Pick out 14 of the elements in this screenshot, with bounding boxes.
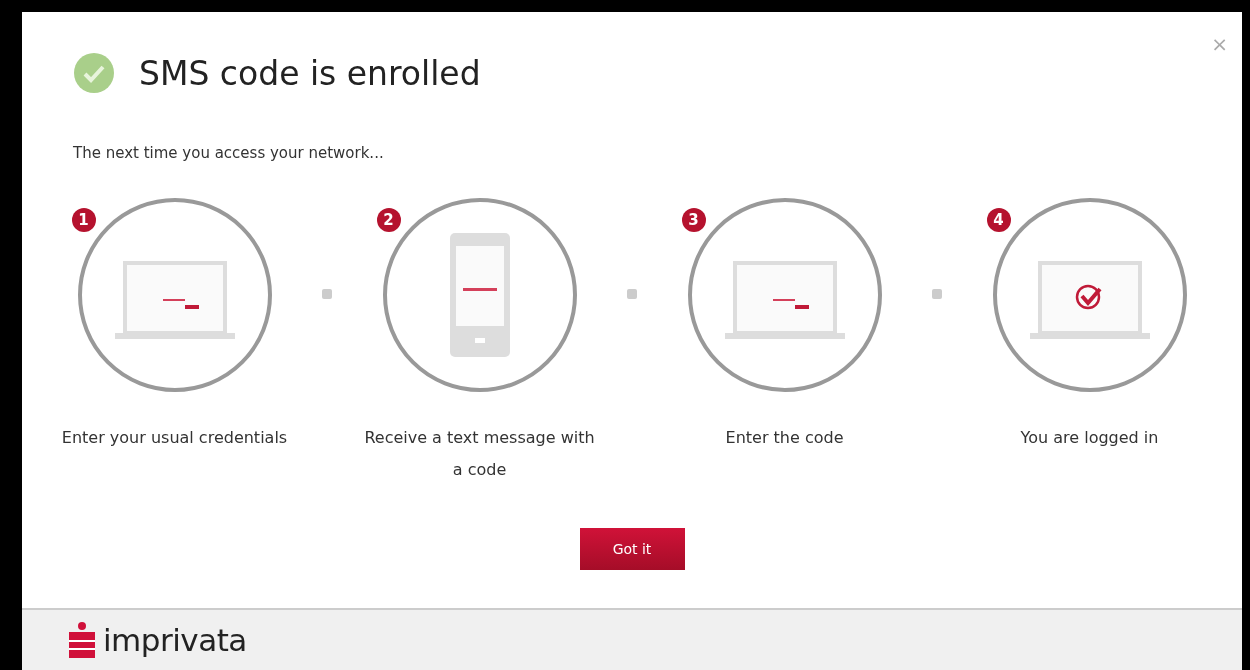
dialog-title: SMS code is enrolled: [139, 53, 481, 93]
got-it-button[interactable]: Got it: [579, 528, 685, 570]
step-label: Enter your usual credentials: [60, 427, 289, 449]
step-number: 3: [681, 208, 706, 232]
step-number: 2: [376, 208, 401, 232]
step-label: Enter the code: [724, 427, 845, 449]
intro-text: The next time you access your network...: [73, 144, 385, 162]
logo-icon: [67, 622, 97, 658]
brand-name: imprivata: [103, 622, 247, 658]
step-number: 1: [71, 208, 96, 232]
step-label: Receive a text message with a code: [363, 427, 596, 481]
check-icon: [73, 52, 115, 94]
step-number: 4: [986, 208, 1011, 232]
step-label: You are logged in: [1019, 427, 1160, 449]
